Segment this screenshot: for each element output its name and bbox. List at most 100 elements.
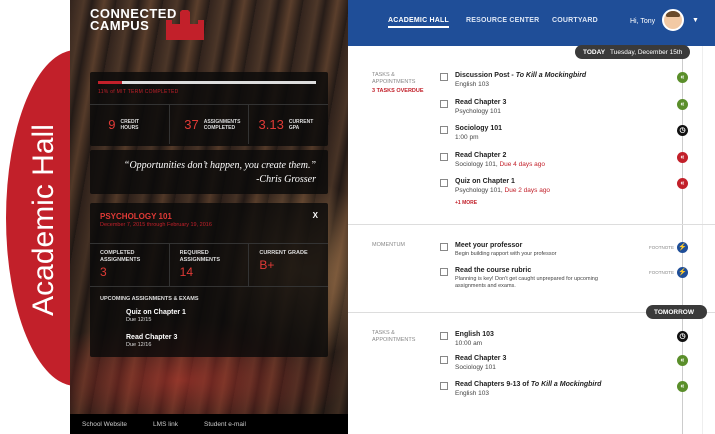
section-label-tasks: TASKS & APPOINTMENTS: [372, 330, 416, 343]
task-title: Meet your professor: [455, 242, 523, 249]
more-tasks-link[interactable]: +1 MORE: [455, 200, 477, 206]
rewind-icon[interactable]: «: [677, 355, 688, 366]
stat-current-gpa: 3.13 CURRENT GPA: [249, 105, 328, 144]
stat-label: CURRENT GPA: [288, 118, 314, 131]
top-nav-bar: ACADEMIC HALL RESOURCE CENTER COURTYARD …: [348, 0, 715, 46]
course-stat-label: CURRENT GRADE: [259, 250, 308, 256]
upcoming-item[interactable]: Quiz on Chapter 1 Due 12/15: [126, 309, 186, 323]
scroll-edge: [702, 46, 703, 434]
rewind-icon[interactable]: «: [677, 381, 688, 392]
upcoming-item[interactable]: Read Chapter 3 Due 12/16: [126, 334, 177, 348]
task-title: Discussion Post - To Kill a Mockingbird: [455, 72, 587, 79]
stat-credit-hours: 9 CREDIT HOURS: [90, 105, 170, 144]
task-title: Sociology 101: [455, 125, 503, 132]
clock-icon[interactable]: ◷: [677, 331, 688, 342]
task-title: Read Chapters 9-13 of To Kill a Mockingb…: [455, 381, 602, 388]
term-progress-card: 11% of MIT TERM COMPLETED 9 CREDIT HOURS…: [90, 72, 328, 146]
castle-icon: [166, 10, 204, 40]
task-checkbox[interactable]: [440, 268, 448, 276]
course-stat-label: REQUIRED ASSIGNMENTS: [179, 250, 221, 263]
upcoming-item-title: Read Chapter 3: [126, 334, 178, 341]
task-title: Quiz on Chapter 1: [455, 178, 515, 185]
task-title: Read the course rubric: [455, 267, 532, 274]
task-checkbox[interactable]: [440, 179, 448, 187]
task-title: Read Chapter 3: [455, 355, 507, 362]
upcoming-title: UPCOMING ASSIGNMENTS & EXAMS: [100, 296, 199, 302]
course-stat-value: 3: [100, 265, 107, 279]
task-checkbox[interactable]: [440, 382, 448, 390]
today-label: TODAY: [583, 48, 606, 56]
task-subtitle: Begin building rapport with your profess…: [455, 251, 557, 257]
upcoming-item-due: Due 12/15: [126, 317, 152, 323]
section-divider: [348, 224, 715, 225]
task-subtitle: 1:00 pm: [455, 134, 479, 141]
task-subtitle: English 103: [455, 390, 489, 397]
task-due: Due 4 days ago: [499, 161, 545, 168]
task-title: Read Chapter 2: [455, 152, 507, 159]
today-date: Tuesday, December 15th: [610, 48, 683, 56]
task-subtitle: English 103: [455, 81, 489, 88]
quote-text: “Opportunities don’t happen, you create …: [123, 160, 316, 171]
task-subtitle: Sociology 101: [455, 364, 496, 371]
lms-link[interactable]: LMS link: [153, 421, 178, 428]
rewind-icon[interactable]: «: [677, 99, 688, 110]
stat-label: ASSIGNMENTS COMPLETED: [203, 118, 241, 131]
course-stat-label: COMPLETED ASSIGNMENTS: [100, 250, 141, 263]
quote-author: -Chris Grosser: [256, 174, 316, 185]
term-progress-bar: [98, 81, 316, 84]
term-progress-fill: [98, 81, 122, 84]
task-checkbox[interactable]: [440, 332, 448, 340]
tab-academic-hall[interactable]: ACADEMIC HALL: [388, 17, 449, 28]
course-stat-completed: COMPLETED ASSIGNMENTS 3: [90, 244, 170, 286]
section-label-momentum: MOMENTUM: [372, 242, 405, 248]
chevron-down-icon[interactable]: ▼: [692, 17, 699, 24]
clock-icon[interactable]: ◷: [677, 125, 688, 136]
task-checkbox[interactable]: [440, 73, 448, 81]
section-tab-label: Academic Hall: [27, 124, 60, 316]
tomorrow-label: TOMORROW: [654, 308, 694, 316]
course-title[interactable]: PSYCHOLOGY 101: [100, 212, 172, 221]
rewind-icon[interactable]: «: [677, 152, 688, 163]
avatar[interactable]: [662, 9, 684, 31]
left-panel: CONNECTED CAMPUS 11% of MIT TERM COMPLET…: [70, 0, 348, 434]
lightning-icon[interactable]: ⚡: [677, 267, 688, 278]
tomorrow-date-pill: TOMORROW: [646, 305, 707, 319]
task-checkbox[interactable]: [440, 243, 448, 251]
section-tab: Academic Hall: [0, 0, 70, 434]
task-checkbox[interactable]: [440, 153, 448, 161]
course-stats: COMPLETED ASSIGNMENTS 3 REQUIRED ASSIGNM…: [90, 243, 328, 287]
term-progress-text: 11% of MIT TERM COMPLETED: [98, 89, 179, 95]
rewind-icon[interactable]: «: [677, 72, 688, 83]
overdue-count[interactable]: 3 TASKS OVERDUE: [372, 88, 424, 94]
connected-campus-logo[interactable]: CONNECTED CAMPUS: [90, 7, 204, 40]
close-icon[interactable]: X: [313, 211, 318, 220]
section-label-tasks: TASKS & APPOINTMENTS: [372, 72, 416, 85]
term-stats: 9 CREDIT HOURS 37 ASSIGNMENTS COMPLETED …: [90, 104, 328, 144]
upcoming-item-title: Quiz on Chapter 1: [126, 309, 186, 316]
task-checkbox[interactable]: [440, 356, 448, 364]
quote-card: “Opportunities don’t happen, you create …: [90, 150, 328, 194]
lightning-icon[interactable]: ⚡: [677, 242, 688, 253]
task-checkbox[interactable]: [440, 126, 448, 134]
school-website-link[interactable]: School Website: [82, 421, 127, 428]
footnote-label: FOOTNOTE: [649, 245, 674, 250]
course-card: PSYCHOLOGY 101 December 7, 2015 through …: [90, 203, 328, 357]
rewind-icon[interactable]: «: [677, 178, 688, 189]
task-subtitle: Psychology 101, Due 2 days ago: [455, 187, 551, 194]
user-greeting: Hi, Tony: [630, 18, 656, 25]
upcoming-item-due: Due 12/16: [126, 342, 152, 348]
stat-assignments-completed: 37 ASSIGNMENTS COMPLETED: [170, 105, 250, 144]
tab-resource-center[interactable]: RESOURCE CENTER: [466, 17, 539, 24]
stat-value: 37: [184, 117, 199, 132]
student-email-link[interactable]: Student e-mail: [204, 421, 246, 428]
task-subtitle: Planning is key! Don't get caught unprep…: [455, 276, 598, 282]
task-subtitle: Psychology 101: [455, 108, 501, 115]
task-subtitle: Sociology 101, Due 4 days ago: [455, 161, 545, 168]
task-subtitle: 10:00 am: [455, 340, 483, 347]
tab-courtyard[interactable]: COURTYARD: [552, 17, 598, 24]
stat-label: CREDIT HOURS: [120, 118, 140, 131]
task-checkbox[interactable]: [440, 100, 448, 108]
task-due: Due 2 days ago: [504, 187, 551, 194]
course-dates: December 7, 2015 through February 19, 20…: [100, 222, 212, 228]
footnote-label: FOOTNOTE: [649, 270, 674, 275]
